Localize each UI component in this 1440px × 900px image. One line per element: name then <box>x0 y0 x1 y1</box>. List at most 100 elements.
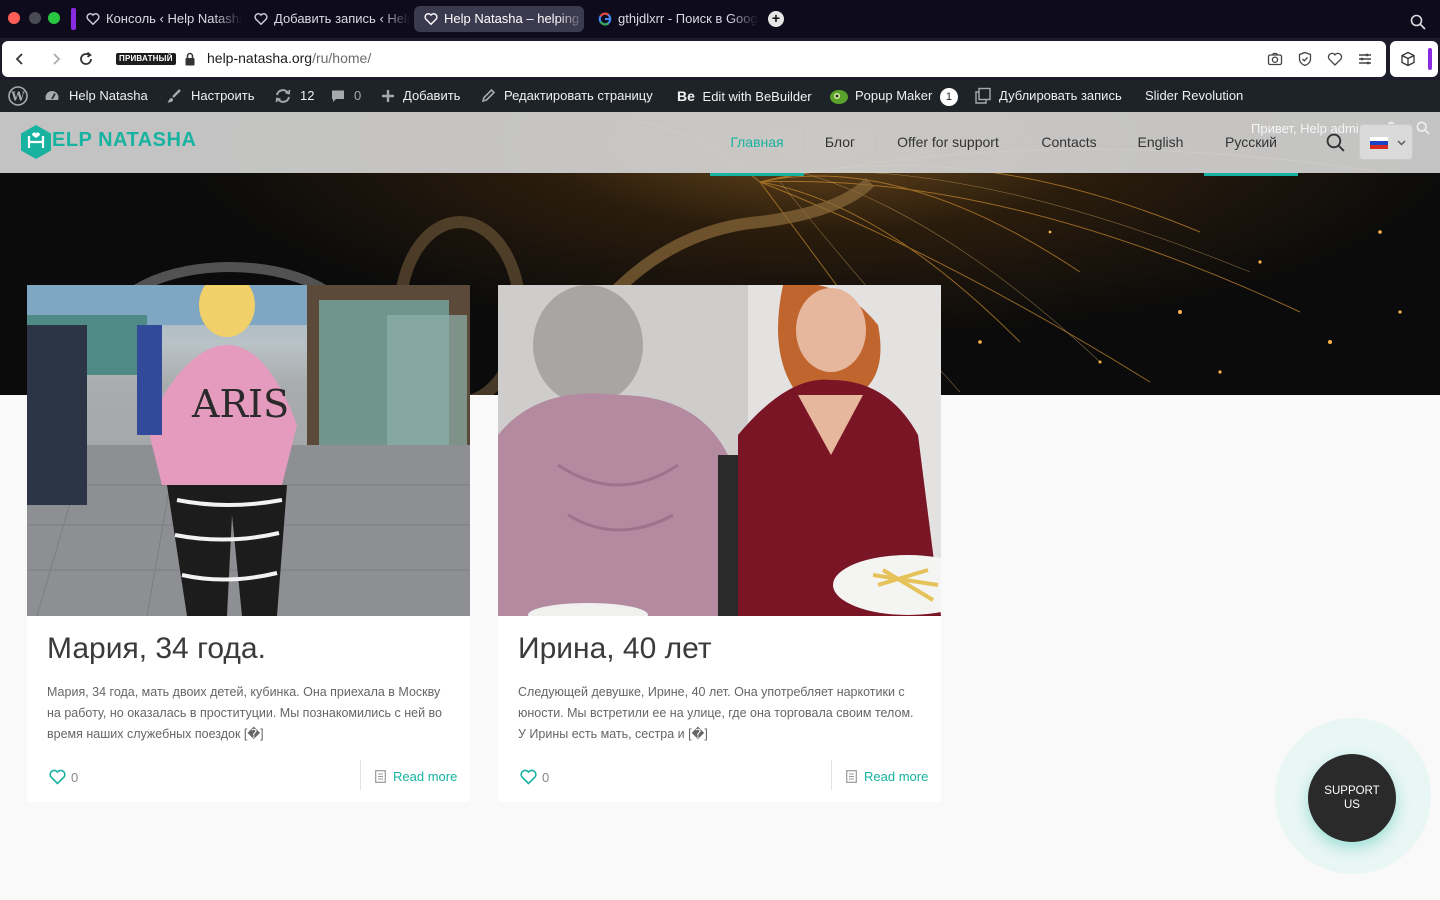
post-photo[interactable] <box>498 285 941 616</box>
google-favicon-icon <box>598 12 612 26</box>
document-icon <box>846 770 857 783</box>
admin-greeting[interactable]: Привет, Help admin <box>1251 121 1366 136</box>
post-photo[interactable]: ARIS <box>27 285 470 616</box>
search-icon[interactable] <box>1326 133 1345 152</box>
footer-divider <box>831 760 832 790</box>
site-header: ELP NATASHA Главная Блог Offer for suppo… <box>0 112 1440 176</box>
post-photo-image <box>498 285 941 616</box>
adminbar-bebuilder[interactable]: Be Edit with BeBuilder <box>677 80 812 112</box>
back-icon[interactable] <box>12 51 28 67</box>
tab-google-search[interactable]: gthjdlxrr - Поиск в Google <box>588 6 758 32</box>
active-indicator <box>710 173 804 176</box>
post-footer: 0 Read more <box>27 740 470 802</box>
search-tabs-icon[interactable] <box>1410 14 1426 30</box>
post-excerpt: Следующей девушке, Ирине, 40 лет. Она уп… <box>518 685 914 741</box>
minimize-window-button[interactable] <box>29 12 41 24</box>
nav-offer-for-support[interactable]: Offer for support <box>876 112 1020 173</box>
paintbrush-icon <box>167 89 181 103</box>
private-mode-badge: ПРИВАТНЫЙ <box>116 53 176 65</box>
support-us-label: SUPPORT US <box>1324 785 1380 811</box>
nav-blog-label: Блог <box>824 134 856 150</box>
active-indicator <box>1204 173 1298 176</box>
popup-maker-logo-icon <box>830 90 848 104</box>
read-more-label: Read more <box>864 769 929 784</box>
camera-icon[interactable] <box>1267 51 1283 67</box>
greeting-text: Привет, Help admin <box>1251 121 1366 136</box>
adminbar-duplicate[interactable]: Дублировать запись <box>974 80 1122 112</box>
edit-page-label: Редактировать страницу <box>504 88 653 103</box>
dashboard-gauge-icon <box>45 91 59 100</box>
language-switcher[interactable] <box>1359 124 1413 160</box>
logo-text[interactable]: ELP NATASHA <box>52 129 196 152</box>
adminbar-add-new[interactable]: Добавить <box>380 80 460 112</box>
support-us-button[interactable]: SUPPORT US <box>1308 754 1396 842</box>
pencil-icon <box>481 88 496 103</box>
comment-bubble-icon <box>332 90 344 102</box>
nav-contacts[interactable]: Contacts <box>1021 112 1117 173</box>
post-title[interactable]: Ирина, 40 лет <box>518 632 712 666</box>
russian-flag-icon <box>1370 137 1388 149</box>
document-icon <box>375 770 386 783</box>
adminbar-site-name[interactable]: Help Natasha <box>44 80 148 112</box>
nav-contacts-label: Contacts <box>1041 134 1097 150</box>
slider-revolution-label: Slider Revolution <box>1145 88 1244 103</box>
popup-maker-count-badge: 1 <box>939 87 958 106</box>
bebuilder-logo-icon: Be <box>677 88 695 104</box>
nav-blog[interactable]: Блог <box>805 112 875 173</box>
updates-count: 12 <box>300 88 315 103</box>
menu-lines-icon[interactable] <box>1357 51 1373 67</box>
tab-help-natasha[interactable]: Help Natasha – helping <box>414 6 584 32</box>
refresh-icon <box>275 89 291 103</box>
adminbar-updates[interactable]: 12 <box>274 80 314 112</box>
nav-home-label: Главная <box>730 134 784 150</box>
adminbar-comments[interactable]: 0 <box>330 80 361 112</box>
nav-english-label: English <box>1137 134 1184 150</box>
plus-icon <box>382 90 394 102</box>
wp-admin-bar: W Help Natasha Настроить 12 0 Добавить Р… <box>0 80 1440 112</box>
new-tab-button[interactable]: + <box>768 11 784 27</box>
heart-icon[interactable] <box>1327 51 1343 67</box>
logo-hexagon-icon[interactable] <box>20 124 52 160</box>
shield-icon[interactable] <box>1297 51 1313 67</box>
extensions-cube-icon[interactable] <box>1400 51 1416 67</box>
forward-icon[interactable] <box>48 51 64 67</box>
customize-label: Настроить <box>191 88 255 103</box>
url-text[interactable]: help-natasha.org/ru/home/ <box>207 50 371 66</box>
heart-favicon-icon <box>254 13 268 26</box>
post-footer: 0 Read more <box>498 740 941 802</box>
bebuilder-label: Edit with BeBuilder <box>702 89 812 104</box>
post-card: Ирина, 40 лет Следующей девушке, Ирине, … <box>498 285 941 802</box>
url-path: /ru/home/ <box>312 50 372 66</box>
nav-home[interactable]: Главная <box>710 112 804 176</box>
tab-add-post[interactable]: Добавить запись ‹ Help Natasha <box>244 6 410 32</box>
post-card: ARIS Мария, 34 года. Мария, 34 года, мат… <box>27 285 470 802</box>
address-bar[interactable]: ПРИВАТНЫЙ help-natasha.org/ru/home/ <box>2 41 1386 77</box>
adminbar-customize[interactable]: Настроить <box>166 80 255 112</box>
nav-offer-label: Offer for support <box>897 134 999 150</box>
like-count: 0 <box>71 770 79 785</box>
adminbar-popup-maker[interactable]: Popup Maker 1 <box>829 80 958 112</box>
heart-favicon-icon <box>86 13 100 26</box>
heart-icon <box>49 769 66 785</box>
heart-favicon-icon <box>424 13 438 26</box>
adminbar-edit-page[interactable]: Редактировать страницу <box>480 80 653 112</box>
close-window-button[interactable] <box>8 12 20 24</box>
admin-search-icon[interactable] <box>1416 121 1430 135</box>
svg-text:W: W <box>10 90 25 104</box>
wordpress-logo-icon[interactable]: W <box>8 86 28 106</box>
tab-console[interactable]: Консоль ‹ Help Natasha <box>76 6 242 32</box>
browser-tab-strip: Консоль ‹ Help Natasha Добавить запись ‹… <box>0 0 1440 38</box>
duplicate-icon <box>975 87 991 104</box>
duplicate-label: Дублировать запись <box>999 88 1122 103</box>
lock-icon[interactable] <box>185 52 195 66</box>
nav-english[interactable]: English <box>1118 112 1203 173</box>
add-new-label: Добавить <box>403 88 461 103</box>
like-count: 0 <box>542 770 550 785</box>
site-name-label: Help Natasha <box>69 88 148 103</box>
website-page: ELP NATASHA Главная Блог Offer for suppo… <box>0 112 1440 900</box>
sidebar-accent <box>1428 48 1432 70</box>
post-title[interactable]: Мария, 34 года. <box>47 632 266 666</box>
adminbar-slider-revolution[interactable]: Slider Revolution <box>1145 80 1243 112</box>
reload-icon[interactable] <box>78 51 94 67</box>
maximize-window-button[interactable] <box>48 12 60 24</box>
